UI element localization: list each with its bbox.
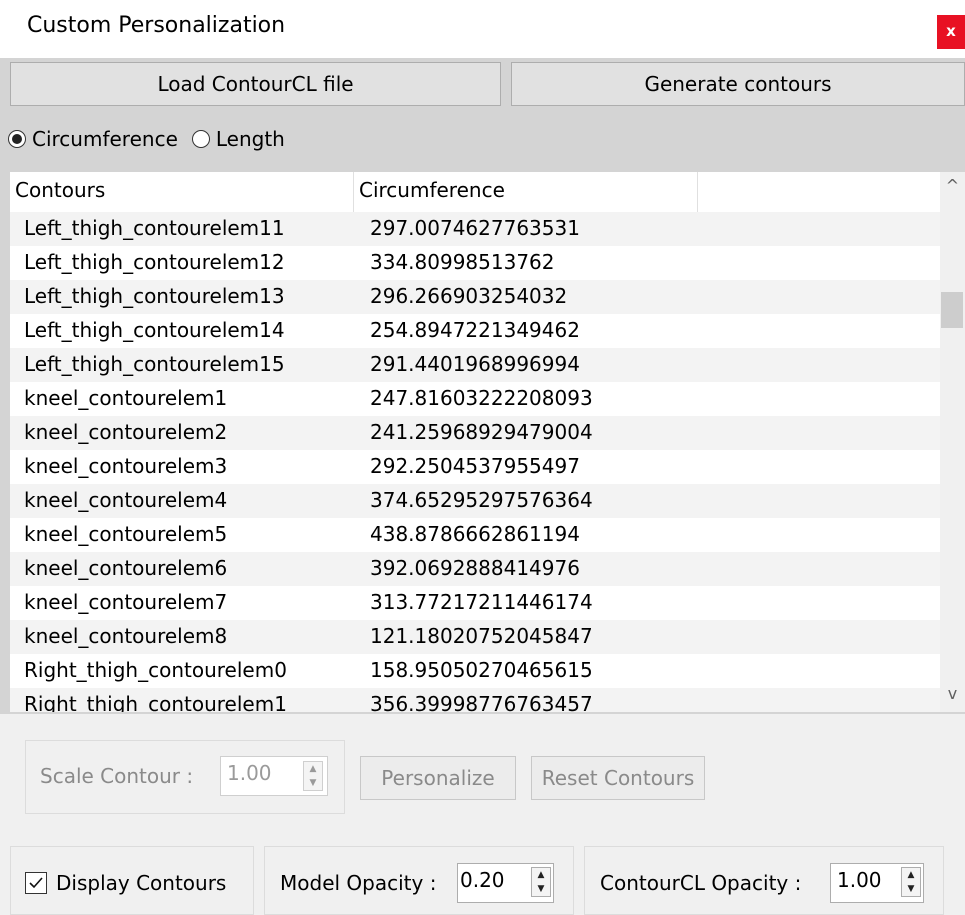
- spin-down-icon[interactable]: ▼: [304, 776, 322, 790]
- table-row[interactable]: kneel_contourelem8 121.18020752045847: [10, 620, 940, 654]
- column-header-circumference[interactable]: Circumference: [354, 172, 698, 212]
- close-button[interactable]: x: [937, 15, 965, 49]
- table-row[interactable]: kneel_contourelem7 313.77217211446174: [10, 586, 940, 620]
- contourcl-opacity-spin-buttons[interactable]: ▲ ▼: [901, 867, 921, 897]
- table-row[interactable]: Left_thigh_contourelem13 296.266903254032: [10, 280, 940, 314]
- scale-contour-spinbox[interactable]: 1.00 ▲ ▼: [220, 756, 328, 796]
- generate-contours-button[interactable]: Generate contours: [511, 62, 965, 106]
- contour-name-cell: kneel_contourelem7: [24, 590, 228, 614]
- window-title: Custom Personalization: [27, 13, 286, 38]
- title-bar: Custom Personalization x: [0, 0, 965, 58]
- scale-contour-label: Scale Contour :: [40, 764, 194, 788]
- spin-up-icon[interactable]: ▲: [902, 868, 920, 882]
- length-radio[interactable]: [191, 130, 210, 148]
- contourcl-opacity-spinbox[interactable]: 1.00 ▲ ▼: [830, 863, 924, 903]
- table-row[interactable]: kneel_contourelem1 247.81603222208093: [10, 382, 940, 416]
- contour-name-cell: Left_thigh_contourelem15: [24, 352, 285, 376]
- circumference-value-cell: 313.77217211446174: [370, 590, 593, 614]
- contours-table: Contours Circumference Left_thigh_contou…: [10, 172, 965, 712]
- table-row[interactable]: Left_thigh_contourelem11 297.007462776353…: [10, 212, 940, 246]
- scroll-up-icon[interactable]: ^: [940, 176, 965, 195]
- table-row[interactable]: kneel_contourelem4 374.65295297576364: [10, 484, 940, 518]
- contour-name-cell: kneel_contourelem8: [24, 624, 228, 648]
- circumference-value-cell: 241.25968929479004: [370, 420, 593, 444]
- circumference-value-cell: 374.65295297576364: [370, 488, 593, 512]
- table-row[interactable]: kneel_contourelem6 392.0692888414976: [10, 552, 940, 586]
- checkmark-icon: [29, 877, 43, 889]
- personalize-button[interactable]: Personalize: [360, 756, 516, 800]
- table-header: Contours Circumference: [10, 172, 940, 212]
- table-row[interactable]: Right_thigh_contourelem1 356.399987767634…: [10, 688, 940, 712]
- display-contours-label[interactable]: Display Contours: [56, 871, 226, 895]
- scroll-down-icon[interactable]: v: [940, 684, 965, 703]
- model-opacity-value: 0.20: [460, 868, 505, 892]
- circumference-value-cell: 438.8786662861194: [370, 522, 580, 546]
- column-header-contours[interactable]: Contours: [10, 172, 354, 212]
- spin-down-icon[interactable]: ▼: [532, 882, 550, 896]
- circumference-value-cell: 334.80998513762: [370, 250, 555, 274]
- contourcl-opacity-value: 1.00: [837, 868, 882, 892]
- contour-name-cell: Left_thigh_contourelem11: [24, 216, 285, 240]
- contour-name-cell: Right_thigh_contourelem0: [24, 658, 287, 682]
- table-row[interactable]: Left_thigh_contourelem12 334.80998513762: [10, 246, 940, 280]
- length-label[interactable]: Length: [216, 127, 285, 151]
- table-row[interactable]: Right_thigh_contourelem0 158.950502704656…: [10, 654, 940, 688]
- column-header-empty[interactable]: [698, 172, 940, 212]
- contour-name-cell: kneel_contourelem4: [24, 488, 228, 512]
- circumference-value-cell: 292.2504537955497: [370, 454, 580, 478]
- circumference-radio[interactable]: [8, 130, 26, 148]
- reset-contours-button[interactable]: Reset Contours: [531, 756, 705, 800]
- contour-name-cell: Left_thigh_contourelem13: [24, 284, 285, 308]
- contour-name-cell: kneel_contourelem1: [24, 386, 228, 410]
- spin-up-icon[interactable]: ▲: [304, 762, 322, 776]
- contour-name-cell: kneel_contourelem3: [24, 454, 228, 478]
- contour-name-cell: Left_thigh_contourelem14: [24, 318, 285, 342]
- table-row[interactable]: kneel_contourelem3 292.2504537955497: [10, 450, 940, 484]
- circumference-value-cell: 158.95050270465615: [370, 658, 593, 682]
- scale-contour-value: 1.00: [227, 761, 272, 785]
- display-contours-checkbox[interactable]: [25, 872, 47, 894]
- model-opacity-spin-buttons[interactable]: ▲ ▼: [531, 867, 551, 897]
- contour-name-cell: kneel_contourelem5: [24, 522, 228, 546]
- contour-name-cell: Left_thigh_contourelem12: [24, 250, 285, 274]
- spin-up-icon[interactable]: ▲: [532, 868, 550, 882]
- contourcl-opacity-label: ContourCL Opacity :: [600, 871, 802, 895]
- circumference-value-cell: 121.18020752045847: [370, 624, 593, 648]
- table-row[interactable]: Left_thigh_contourelem14 254.894722134946…: [10, 314, 940, 348]
- vertical-scrollbar[interactable]: ^ v: [940, 172, 965, 712]
- circumference-label[interactable]: Circumference: [32, 127, 178, 151]
- circumference-value-cell: 247.81603222208093: [370, 386, 593, 410]
- contour-name-cell: kneel_contourelem2: [24, 420, 228, 444]
- table-body: Left_thigh_contourelem11 297.007462776353…: [10, 212, 940, 712]
- circumference-value-cell: 291.4401968996994: [370, 352, 580, 376]
- circumference-value-cell: 297.0074627763531: [370, 216, 580, 240]
- circumference-value-cell: 254.8947221349462: [370, 318, 580, 342]
- table-row[interactable]: Left_thigh_contourelem15 291.440196899699…: [10, 348, 940, 382]
- load-contourcl-button[interactable]: Load ContourCL file: [10, 62, 501, 106]
- measurement-mode: Circumference Length: [8, 124, 285, 154]
- model-opacity-spinbox[interactable]: 0.20 ▲ ▼: [457, 863, 554, 903]
- contour-name-cell: kneel_contourelem6: [24, 556, 228, 580]
- contour-name-cell: Right_thigh_contourelem1: [24, 692, 287, 712]
- table-row[interactable]: kneel_contourelem5 438.8786662861194: [10, 518, 940, 552]
- table-row[interactable]: kneel_contourelem2 241.25968929479004: [10, 416, 940, 450]
- scale-spin-buttons[interactable]: ▲ ▼: [303, 761, 323, 791]
- spin-down-icon[interactable]: ▼: [902, 882, 920, 896]
- scrollbar-thumb[interactable]: [941, 292, 963, 328]
- circumference-value-cell: 392.0692888414976: [370, 556, 580, 580]
- model-opacity-label: Model Opacity :: [280, 871, 437, 895]
- circumference-value-cell: 296.266903254032: [370, 284, 568, 308]
- circumference-value-cell: 356.39998776763457: [370, 692, 593, 712]
